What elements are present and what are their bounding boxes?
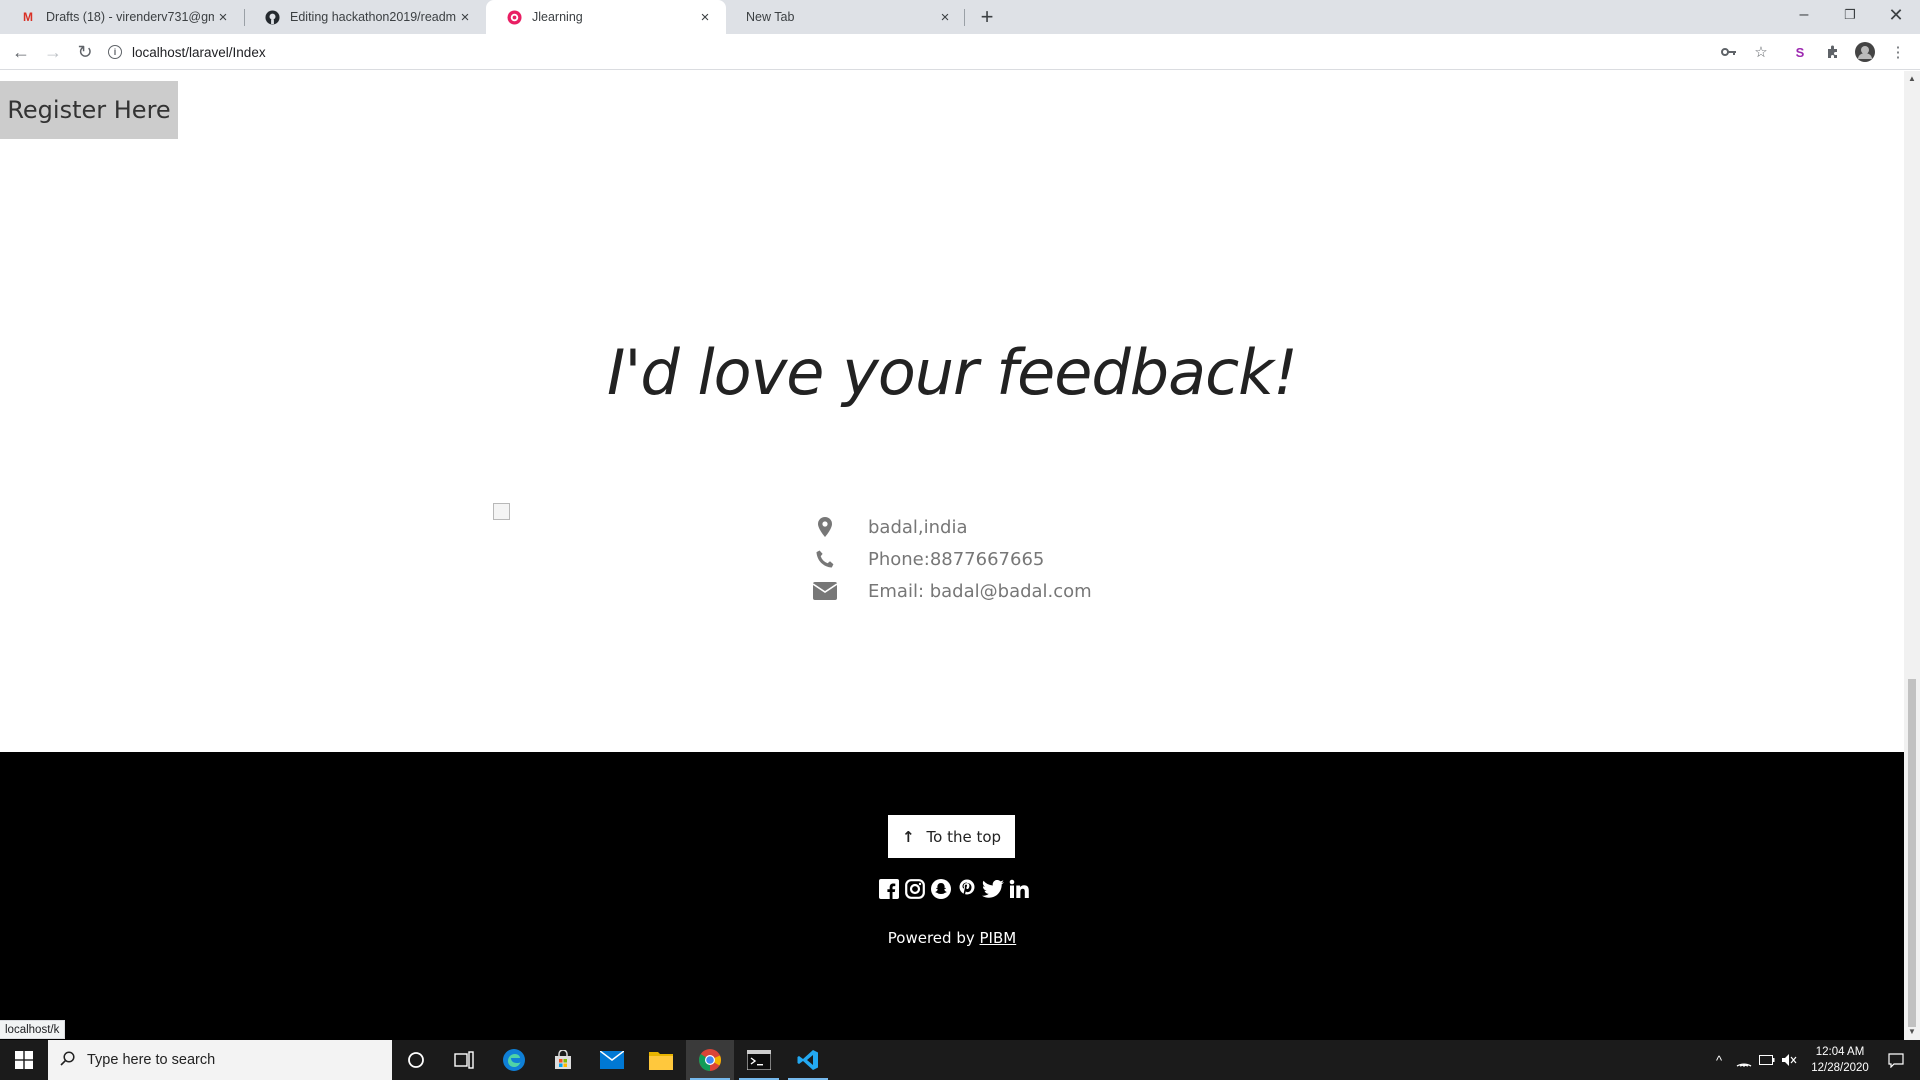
taskbar-search[interactable]: Type here to search: [48, 1040, 392, 1080]
forward-icon[interactable]: →: [40, 39, 66, 65]
map-marker-icon: [810, 517, 840, 537]
star-icon[interactable]: ☆: [1751, 42, 1771, 62]
vscode-icon[interactable]: [784, 1040, 832, 1080]
tab-title: Drafts (18) - virenderv731@gmai: [46, 10, 214, 24]
close-icon[interactable]: ×: [214, 8, 232, 26]
page-scrollbar[interactable]: ▲ ▼: [1904, 71, 1920, 1040]
github-icon: [264, 9, 280, 25]
chrome-icon[interactable]: [686, 1040, 734, 1080]
jlearning-icon: [506, 9, 522, 25]
store-icon[interactable]: [539, 1040, 587, 1080]
contact-info: badal,india Phone:8877667665 Email: bada…: [810, 511, 1092, 607]
windows-start-icon[interactable]: [0, 1040, 48, 1080]
snapchat-icon[interactable]: [930, 878, 952, 900]
window-close-icon[interactable]: ✕: [1873, 0, 1919, 30]
register-button[interactable]: Register Here: [0, 81, 178, 139]
scroll-down-icon[interactable]: ▼: [1907, 1027, 1917, 1037]
info-icon[interactable]: i: [108, 45, 122, 59]
url-text: localhost/laravel/Index: [132, 44, 266, 60]
status-url: localhost/k: [0, 1020, 66, 1039]
phone-text: Phone:8877667665: [868, 548, 1045, 570]
tab-jlearning[interactable]: Jlearning ×: [486, 0, 726, 34]
task-view-icon[interactable]: [440, 1040, 488, 1080]
contact-location: badal,india: [810, 511, 1092, 543]
to-top-label: To the top: [926, 827, 1002, 846]
mail-icon[interactable]: [588, 1040, 636, 1080]
feedback-heading: I'd love your feedback!: [607, 336, 1298, 409]
restore-icon[interactable]: ❐: [1827, 0, 1873, 30]
browser-toolbar: ← → ↻ i localhost/laravel/Index ☆ S ⋮: [0, 34, 1920, 70]
extension-s-icon[interactable]: S: [1790, 42, 1810, 62]
linkedin-icon[interactable]: [1008, 878, 1030, 900]
tab-strip: M Drafts (18) - virenderv731@gmai × Edit…: [0, 0, 1920, 34]
tab-title: New Tab: [746, 10, 795, 24]
instagram-icon[interactable]: [904, 878, 926, 900]
cortana-icon[interactable]: [392, 1040, 440, 1080]
broken-image: [493, 503, 510, 520]
new-tab-button[interactable]: +: [974, 4, 1000, 30]
close-icon[interactable]: ×: [456, 8, 474, 26]
terminal-icon[interactable]: [735, 1040, 783, 1080]
search-icon: [60, 1050, 75, 1070]
tab-separator: [964, 9, 965, 26]
tab-gmail[interactable]: M Drafts (18) - virenderv731@gmai ×: [0, 0, 244, 34]
to-top-button[interactable]: ↑ To the top: [888, 815, 1015, 858]
twitter-icon[interactable]: [982, 878, 1004, 900]
taskbar-clock[interactable]: 12:04 AM 12/28/2020: [1800, 1044, 1880, 1076]
close-icon[interactable]: ×: [696, 8, 714, 26]
back-icon[interactable]: ←: [8, 39, 34, 65]
gmail-icon: M: [23, 10, 33, 24]
pibm-link[interactable]: PIBM: [980, 929, 1017, 947]
address-bar[interactable]: i localhost/laravel/Index: [108, 37, 1764, 67]
close-icon[interactable]: ×: [936, 8, 954, 26]
location-text: badal,india: [868, 516, 968, 538]
clock-time: 12:04 AM: [1815, 1046, 1865, 1058]
tab-title: Jlearning: [532, 10, 583, 24]
page-viewport: Register Here I'd love your feedback! ba…: [0, 71, 1904, 1040]
tab-title: Editing hackathon2019/readme.n: [290, 10, 456, 24]
menu-icon[interactable]: ⋮: [1888, 42, 1908, 62]
scroll-up-icon[interactable]: ▲: [1907, 74, 1917, 84]
contact-email: Email: badal@badal.com: [810, 575, 1092, 607]
avatar[interactable]: [1855, 42, 1875, 62]
search-placeholder: Type here to search: [87, 1052, 216, 1068]
file-explorer-icon[interactable]: [637, 1040, 685, 1080]
pinterest-icon[interactable]: [956, 878, 978, 900]
phone-icon: [810, 550, 840, 568]
edge-icon[interactable]: [490, 1040, 538, 1080]
puzzle-icon[interactable]: [1823, 42, 1843, 62]
email-text: Email: badal@badal.com: [868, 580, 1092, 602]
network-icon[interactable]: [1733, 1040, 1755, 1080]
minimize-icon[interactable]: –: [1781, 0, 1827, 30]
social-links: [878, 878, 1030, 900]
volume-icon[interactable]: [1778, 1040, 1800, 1080]
arrow-up-icon: ↑: [901, 827, 915, 846]
powered-by: Powered by PIBM: [0, 929, 1904, 947]
contact-phone: Phone:8877667665: [810, 543, 1092, 575]
key-icon[interactable]: [1719, 42, 1739, 62]
footer: ↑ To the top Powered by PIBM: [0, 752, 1904, 1040]
facebook-icon[interactable]: [878, 878, 900, 900]
tab-github[interactable]: Editing hackathon2019/readme.n ×: [244, 0, 486, 34]
clock-date: 12/28/2020: [1811, 1062, 1869, 1074]
tab-new-tab[interactable]: New Tab ×: [726, 0, 966, 34]
notification-icon[interactable]: [1876, 1040, 1916, 1080]
scroll-thumb[interactable]: [1908, 679, 1916, 1027]
envelope-icon: [810, 582, 840, 600]
reload-icon[interactable]: ↻: [72, 39, 98, 65]
windows-taskbar: Type here to search ^ 12:04 AM 12/28/202…: [0, 1040, 1920, 1080]
battery-icon[interactable]: [1756, 1040, 1778, 1080]
powered-prefix: Powered by: [887, 929, 975, 947]
chevron-up-icon[interactable]: ^: [1708, 1040, 1730, 1080]
